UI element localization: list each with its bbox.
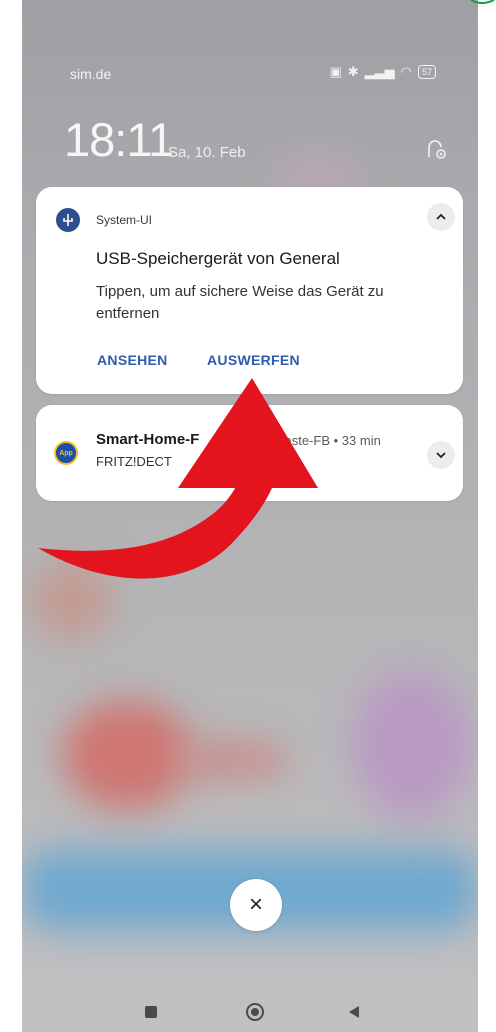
signal-icon: ▂▃▅ bbox=[364, 64, 395, 79]
background-blur bbox=[32, 560, 112, 640]
eject-button[interactable]: AUSWERFEN bbox=[207, 352, 300, 368]
view-button[interactable]: ANSEHEN bbox=[97, 352, 168, 368]
notification-title: Smart-Home-F bbox=[96, 431, 200, 448]
usb-icon bbox=[56, 208, 80, 232]
background-blur bbox=[352, 670, 472, 820]
lockscreen-date: Sa, 10. Feb bbox=[168, 144, 246, 161]
status-bar: sim.de ▣ ✱ ▂▃▅ ◠ 57 18:11 Sa, 10. Feb bbox=[22, 0, 478, 166]
home-icon[interactable] bbox=[245, 1002, 265, 1022]
settings-icon[interactable] bbox=[424, 138, 448, 162]
bluetooth-icon: ✱ bbox=[347, 64, 359, 79]
notification-title: USB-Speichergerät von General bbox=[96, 249, 340, 268]
chevron-down-icon bbox=[436, 452, 446, 459]
expand-button[interactable] bbox=[427, 441, 455, 469]
background-blur bbox=[172, 740, 292, 780]
usb-notification[interactable]: System-UI USB-Speichergerät von General … bbox=[36, 187, 463, 394]
smart-home-notification[interactable]: App Smart-Home-F caste-FB • 33 min FRITZ… bbox=[36, 405, 463, 501]
status-icons: ▣ ✱ ▂▃▅ ◠ 57 bbox=[329, 64, 436, 80]
back-icon[interactable] bbox=[344, 1002, 364, 1022]
notification-text: FRITZ!DECT bbox=[96, 454, 172, 469]
notification-text: Tippen, um auf sichere Weise das Gerät z… bbox=[96, 283, 384, 322]
battery-icon: 57 bbox=[417, 65, 436, 79]
recents-icon[interactable] bbox=[141, 1002, 161, 1022]
wifi-icon: ◠ bbox=[400, 64, 412, 79]
fritz-app-icon: App bbox=[54, 441, 78, 465]
lockscreen: sim.de ▣ ✱ ▂▃▅ ◠ 57 18:11 Sa, 10. Feb Sy… bbox=[22, 0, 478, 1032]
navigation-bar bbox=[22, 990, 478, 1032]
close-icon[interactable]: × bbox=[230, 879, 282, 931]
notification-source: caste-FB • 33 min bbox=[278, 433, 381, 448]
chevron-up-icon bbox=[436, 213, 446, 220]
collapse-button[interactable] bbox=[427, 203, 455, 231]
app-name: System-UI bbox=[96, 213, 153, 227]
carrier-name: sim.de bbox=[70, 66, 112, 82]
nfc-icon: ▣ bbox=[329, 64, 342, 79]
lockscreen-clock: 18:11 bbox=[64, 113, 174, 166]
